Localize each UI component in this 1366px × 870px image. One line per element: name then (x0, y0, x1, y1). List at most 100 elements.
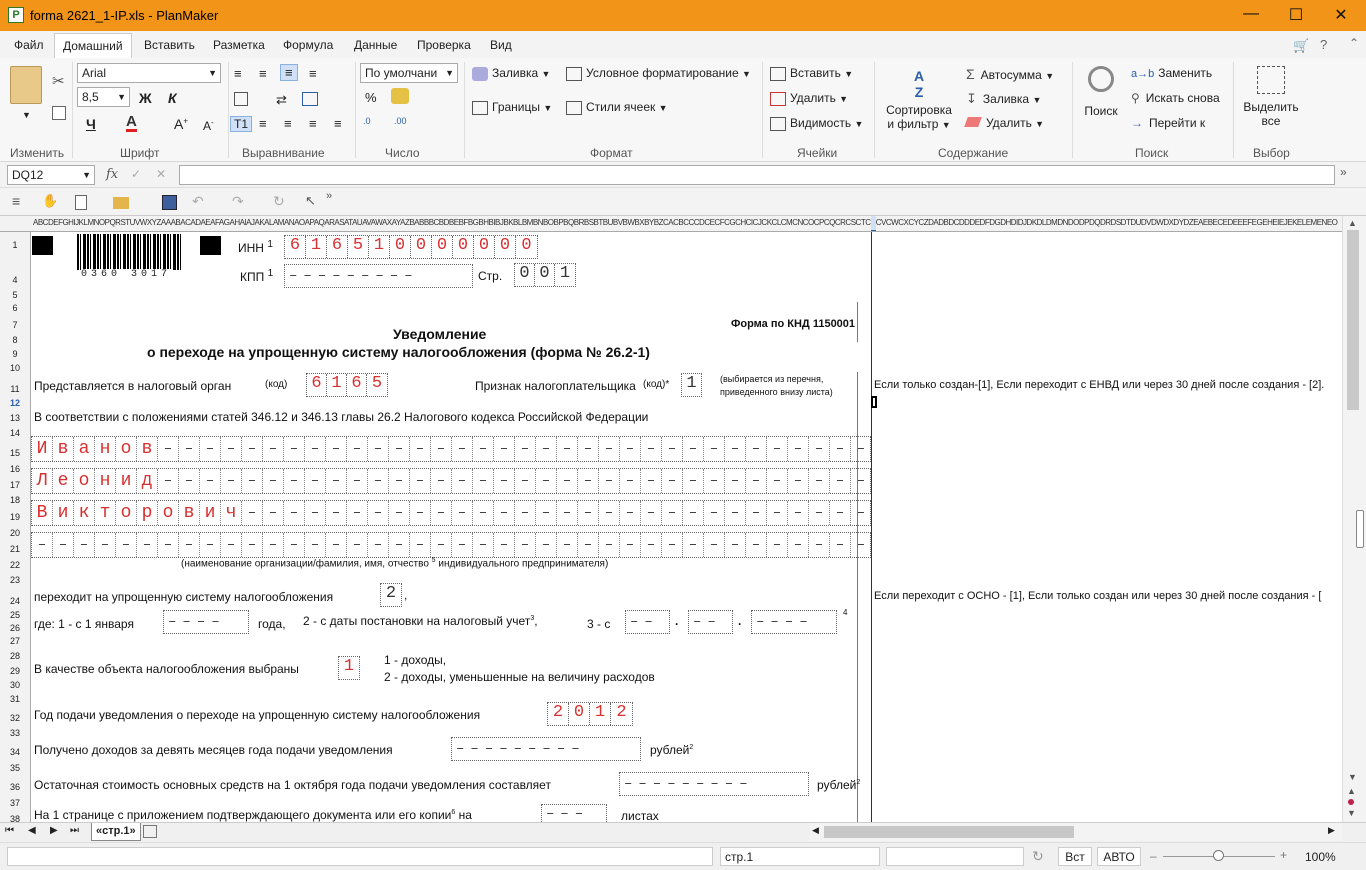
cancel-icon[interactable]: ✕ (156, 167, 166, 181)
copy-icon[interactable] (52, 106, 66, 120)
merge-icon[interactable]: ⇄ (276, 92, 287, 108)
paste-dropdown-icon[interactable]: ▼ (22, 110, 31, 120)
text-direction-icon[interactable]: T1 (230, 116, 253, 132)
date-year-cells[interactable]: –––– (751, 610, 837, 634)
content-delete-button[interactable]: Удалить ▼ (964, 116, 1044, 130)
menu-file[interactable]: Файл (14, 38, 44, 52)
residual-cells[interactable]: ––––––––– (619, 772, 809, 796)
collapse-ribbon-icon[interactable]: ⌃ (1349, 36, 1359, 50)
italic-button[interactable]: К (168, 90, 177, 106)
justify-icon[interactable]: ≡ (334, 116, 342, 131)
table-icon[interactable] (302, 92, 318, 106)
kpp-cells[interactable]: ––––––––– (284, 264, 473, 288)
align-center-icon[interactable]: ≡ (284, 116, 292, 131)
close-button[interactable]: ✕ (1326, 5, 1356, 25)
expand-formula-icon[interactable]: » (1340, 165, 1347, 179)
name-row[interactable]: Ле о н и д – – – – – – – – – – – – – – – – – – – – – – – – – – – – – – – – – – (31, 468, 871, 494)
scroll-down-icon[interactable]: ▼ (1348, 772, 1357, 782)
percent-button[interactable]: % (365, 90, 377, 105)
borders-button[interactable]: Границы ▼ (472, 100, 552, 115)
cell-reference-box[interactable]: DQ12 ▼ (7, 165, 95, 185)
select-all-button[interactable]: Выделить все (1240, 66, 1302, 128)
bold-button[interactable]: Ж (139, 90, 152, 106)
auto-mode[interactable]: АВТО (1097, 847, 1141, 866)
maximize-button[interactable]: ☐ (1281, 5, 1311, 25)
redo-icon[interactable]: ↷ (232, 193, 244, 210)
cart-icon[interactable]: 🛒 (1293, 38, 1309, 54)
inn-cells[interactable]: 6 1 6 5 1 0 0 0 0 0 0 0 (284, 235, 538, 259)
pointer-icon[interactable]: ↖ (305, 193, 316, 209)
income-cells[interactable]: ––––––––– (451, 737, 641, 761)
next-sheet-icon[interactable]: ▶ (50, 825, 58, 836)
zoom-thumb[interactable] (1213, 850, 1224, 861)
cut-icon[interactable]: ✂ (52, 72, 65, 90)
add-sheet-icon[interactable] (143, 825, 157, 838)
formula-input[interactable] (179, 165, 1335, 185)
last-sheet-icon[interactable]: ⏭ (70, 825, 79, 836)
cell-styles-button[interactable]: Стили ячеек ▼ (566, 100, 668, 115)
find-again-button[interactable]: ⚲ Искать снова (1131, 91, 1220, 105)
font-size-select[interactable]: 8,5 ▼ (77, 87, 130, 107)
search-button[interactable]: Поиск (1082, 66, 1120, 118)
object-cell[interactable]: 1 (338, 656, 360, 680)
align-left-icon[interactable]: ≡ (259, 116, 267, 131)
paste-icon[interactable] (10, 66, 42, 104)
empty-name-row[interactable]: – – – – – – – – – – – – – – – – – – – – – – – – – – – – – – – – – – – – – – – – (31, 532, 871, 558)
h-scroll-thumb[interactable] (824, 826, 1074, 838)
align-top-icon[interactable]: ≡ (234, 66, 242, 81)
split-handle[interactable] (1356, 510, 1364, 548)
minimize-button[interactable]: — (1236, 5, 1266, 23)
patronymic-row[interactable]: Ви к т о р о в и ч – – – – – – – – – – – – – – – – – – – – – – – – – – – – – – (31, 500, 871, 526)
scroll-thumb[interactable] (1347, 230, 1359, 410)
font-name-select[interactable]: Arial ▼ (77, 63, 221, 83)
menu-view[interactable]: Вид (490, 38, 512, 52)
menu-data[interactable]: Данные (354, 38, 397, 52)
align-bottom-icon[interactable]: ≡ (280, 64, 298, 81)
visibility-button[interactable]: Видимость ▼ (770, 116, 863, 131)
shrink-font-button[interactable]: A- (203, 118, 214, 133)
page-cells[interactable]: 0 0 1 (514, 263, 576, 287)
prev-sheet-icon[interactable]: ◀ (28, 825, 36, 836)
wrap-icon[interactable]: ≡ (309, 66, 317, 81)
help-icon[interactable]: ? (1320, 37, 1327, 52)
year-cells[interactable]: –––– (163, 610, 249, 634)
new-doc-icon[interactable] (75, 195, 87, 210)
scroll-up-icon[interactable]: ▲ (1348, 218, 1357, 228)
sheet-tab[interactable]: «стр.1» (91, 823, 141, 841)
spreadsheet-grid[interactable]: 0360 3017 ИНН 1 6 1 6 5 1 0 0 0 0 0 0 0 … (31, 232, 1342, 822)
replace-button[interactable]: a→b Заменить (1131, 66, 1212, 80)
menu-review[interactable]: Проверка (417, 38, 471, 52)
border-frame-icon[interactable] (234, 92, 248, 106)
conditional-format-button[interactable]: Условное форматирование ▼ (566, 66, 751, 81)
surname-row[interactable]: Ив а н о в – – – – – – – – – – – – – – – – – – – – – – – – – – – – – – – – – – (31, 436, 871, 462)
menu-formula[interactable]: Формула (283, 38, 333, 52)
undo-icon[interactable]: ↶ (192, 193, 204, 210)
refresh-icon[interactable]: ↻ (1032, 848, 1044, 865)
zoom-out-icon[interactable]: – (1150, 849, 1157, 863)
decrease-decimal-icon[interactable]: .00 (394, 116, 407, 126)
page-dot-icon[interactable] (1348, 799, 1354, 805)
year-submit-cells[interactable]: 2 0 1 2 (547, 702, 633, 726)
scroll-right-icon[interactable]: ▶ (1328, 825, 1335, 836)
first-sheet-icon[interactable]: ⏮ (5, 825, 14, 836)
save-icon[interactable] (162, 195, 177, 210)
page-up-icon[interactable]: ▲ (1347, 786, 1356, 796)
scroll-left-icon[interactable]: ◀ (812, 825, 819, 836)
fx-icon[interactable]: fx (106, 167, 118, 182)
goto-button[interactable]: → Перейти к (1131, 116, 1205, 130)
autosum-button[interactable]: Σ Автосумма ▼ (966, 66, 1054, 82)
insert-mode[interactable]: Вст (1058, 847, 1092, 866)
repeat-icon[interactable]: ↻ (273, 193, 285, 210)
zoom-in-icon[interactable]: + (1280, 848, 1287, 862)
transition-cell[interactable]: 2 (380, 583, 402, 607)
date-day-cells[interactable]: –– (625, 610, 670, 634)
content-fill-button[interactable]: ↧ Заливка ▼ (966, 91, 1041, 107)
tax-office-cells[interactable]: 6 1 6 5 (306, 373, 388, 397)
confirm-icon[interactable]: ✓ (131, 167, 141, 181)
hand-icon[interactable]: ✋ (42, 193, 58, 209)
fill-button[interactable]: Заливка ▼ (472, 66, 550, 81)
menu-home[interactable]: Домашний (54, 33, 132, 58)
sort-filter-button[interactable]: AZ Сортировка и фильтр ▼ (886, 68, 952, 131)
taxpayer-sign-cell[interactable]: 1 (681, 373, 702, 397)
more-icon[interactable]: » (326, 190, 332, 202)
